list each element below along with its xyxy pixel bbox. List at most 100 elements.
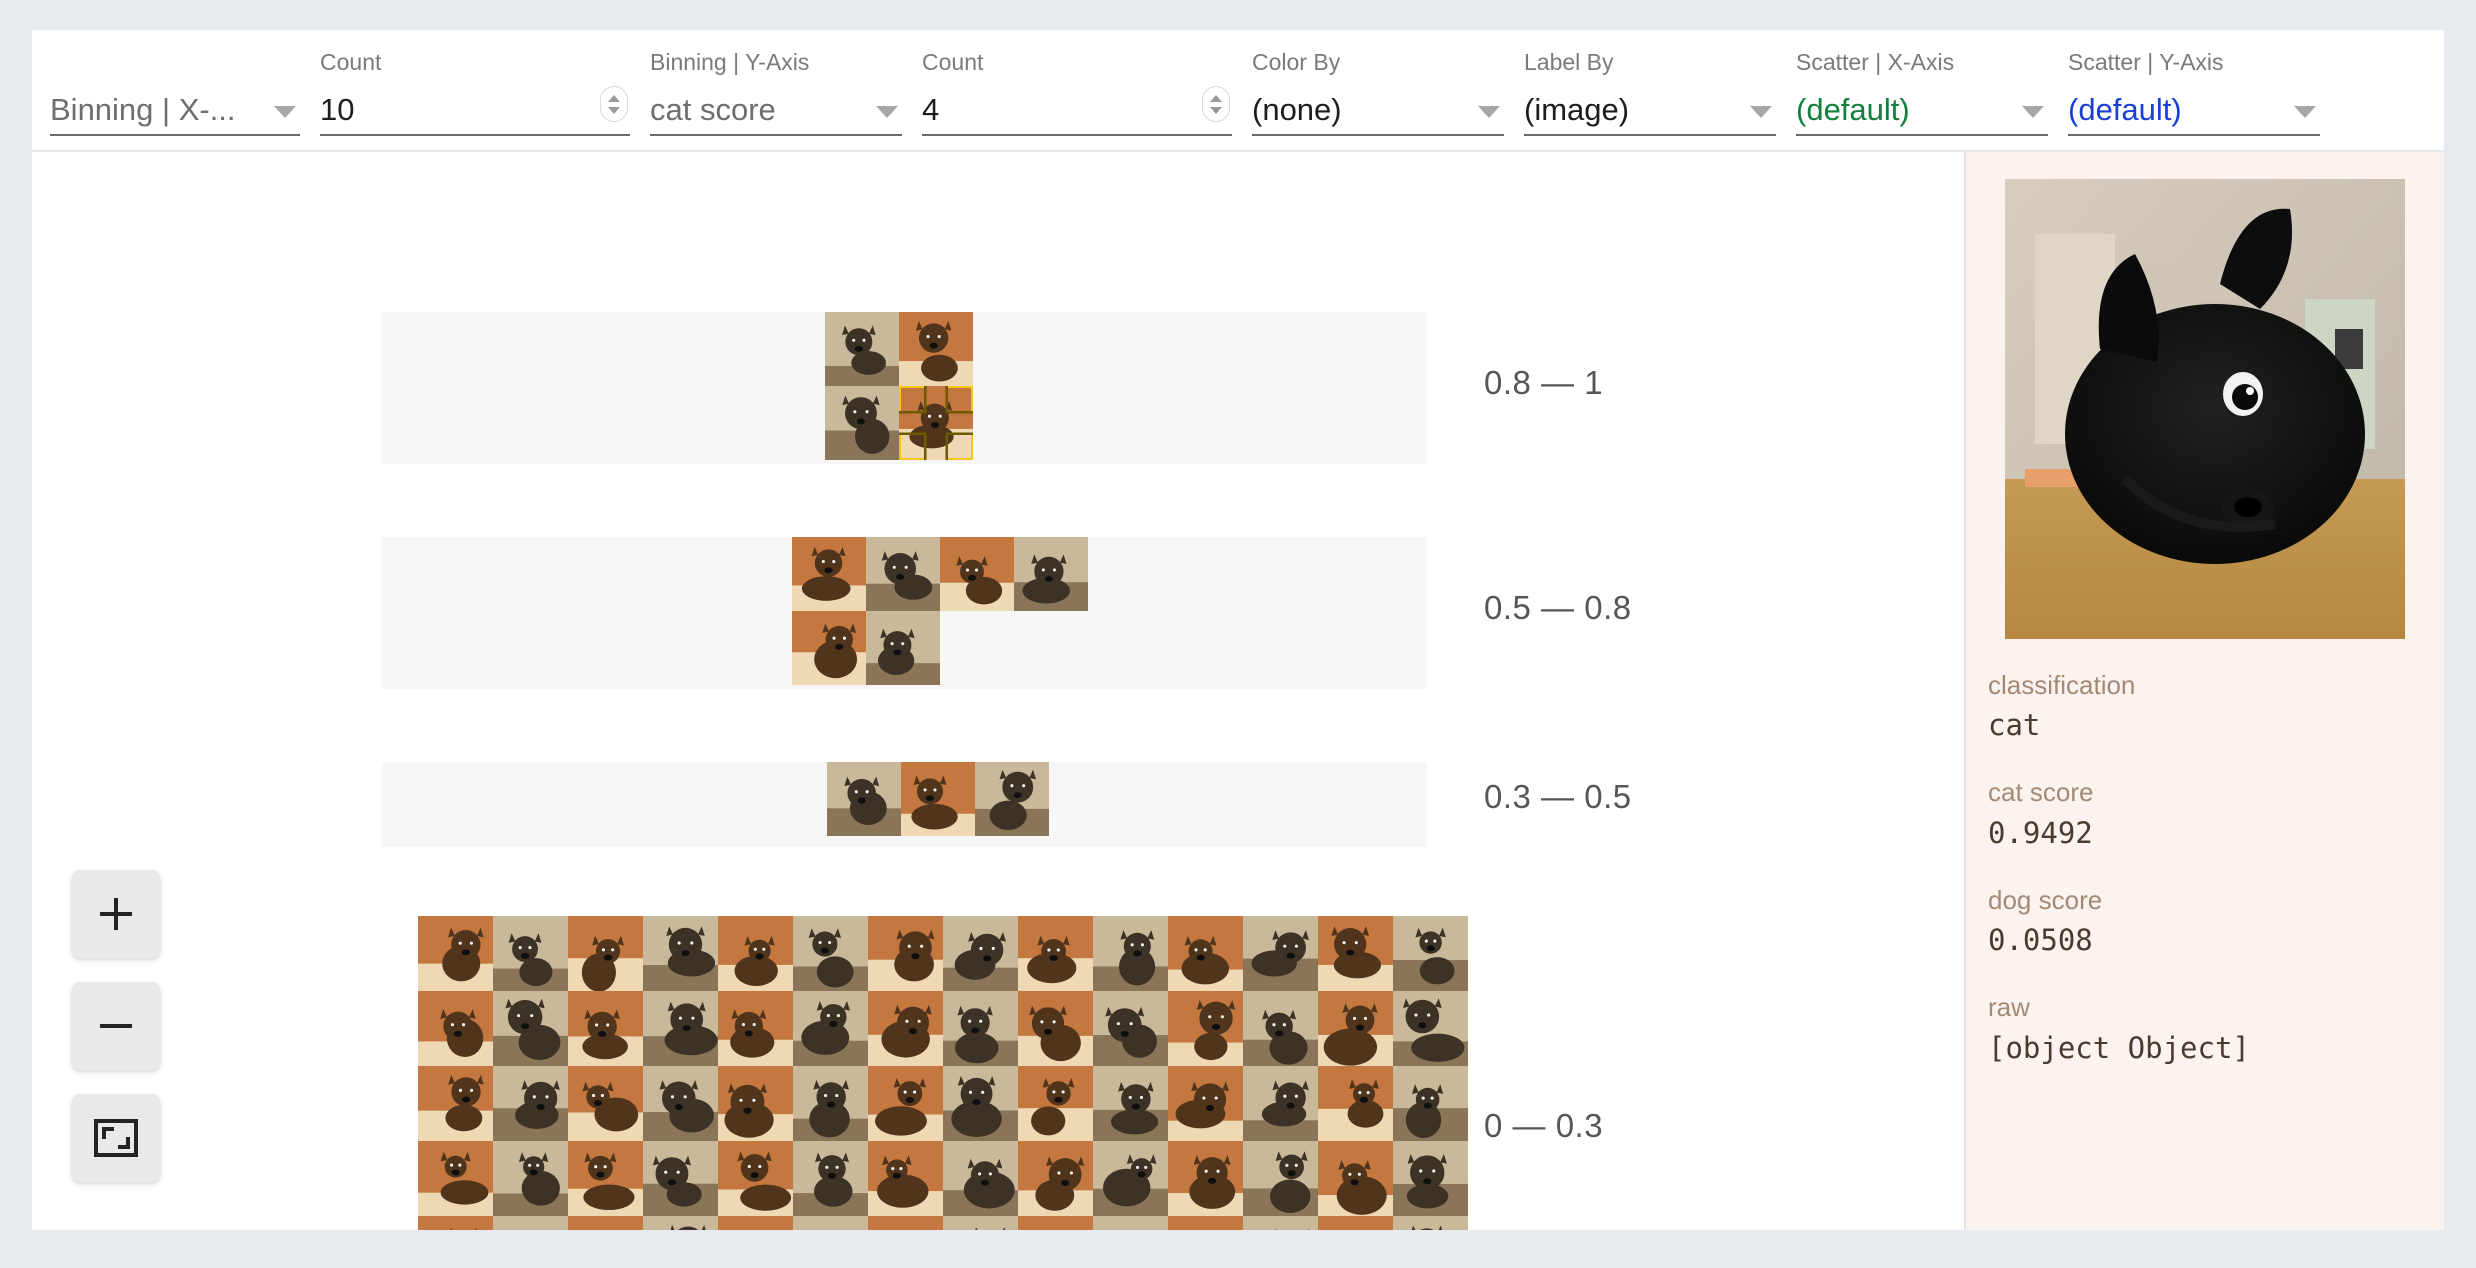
thumbnail[interactable] [1243, 916, 1318, 991]
thumbnail[interactable] [1018, 1216, 1093, 1230]
x-bin-count-stepper[interactable] [600, 86, 628, 122]
thumbnail[interactable] [827, 762, 901, 836]
thumbnail[interactable] [1318, 991, 1393, 1066]
thumbnail[interactable] [793, 1216, 868, 1230]
chevron-down-icon[interactable] [1478, 106, 1500, 118]
thumbnail[interactable] [418, 1066, 493, 1141]
thumbnail[interactable] [1093, 991, 1168, 1066]
thumbnail[interactable] [718, 1066, 793, 1141]
thumbnail[interactable] [1393, 1066, 1468, 1141]
thumbnail[interactable] [418, 916, 493, 991]
thumbnail[interactable] [718, 991, 793, 1066]
thumbnail[interactable] [1243, 1066, 1318, 1141]
thumbnail[interactable] [493, 991, 568, 1066]
thumbnail[interactable] [643, 916, 718, 991]
thumbnail[interactable] [1318, 1066, 1393, 1141]
thumbnail[interactable] [1168, 1216, 1243, 1230]
thumbnail[interactable] [568, 1216, 643, 1230]
chevron-down-icon[interactable] [2294, 106, 2316, 118]
thumbnail[interactable] [418, 1216, 493, 1230]
thumbnail[interactable] [792, 537, 866, 611]
thumbnail[interactable] [943, 916, 1018, 991]
thumbnail[interactable] [1243, 991, 1318, 1066]
stepper-up-icon[interactable] [608, 94, 620, 102]
thumbnail[interactable] [793, 1066, 868, 1141]
stepper-down-icon[interactable] [608, 106, 620, 114]
thumbnail[interactable] [1318, 1141, 1393, 1216]
thumbnail[interactable] [868, 991, 943, 1066]
zoom-out-button[interactable] [72, 982, 160, 1070]
thumbnail[interactable] [1018, 916, 1093, 991]
thumbnail[interactable] [943, 1141, 1018, 1216]
binning-x-axis-control[interactable]: Binning | X-... [50, 74, 300, 150]
thumbnail[interactable] [418, 1141, 493, 1216]
thumbnail[interactable] [975, 762, 1049, 836]
thumbnail[interactable] [1093, 1066, 1168, 1141]
thumbnail[interactable] [643, 1066, 718, 1141]
scatter-x-axis-control[interactable]: Scatter | X-Axis (default) [1796, 51, 2048, 150]
thumbnail[interactable] [568, 1066, 643, 1141]
thumbnail[interactable] [943, 1216, 1018, 1230]
stepper-down-icon[interactable] [1210, 106, 1222, 114]
thumbnail[interactable] [1318, 916, 1393, 991]
thumbnail[interactable] [1168, 1141, 1243, 1216]
thumbnail[interactable] [866, 611, 940, 685]
thumbnail[interactable] [418, 991, 493, 1066]
bin-thumbnails[interactable] [792, 537, 1092, 685]
thumbnail[interactable] [718, 1216, 793, 1230]
binned-image-plot[interactable]: 0.8 — 1 0.5 — 0.8 0.3 — 0.5 0 — 0.3 [32, 152, 1964, 1230]
chevron-down-icon[interactable] [1750, 106, 1772, 118]
thumbnail[interactable] [1393, 1216, 1468, 1230]
thumbnail[interactable] [568, 1141, 643, 1216]
thumbnail[interactable] [1014, 537, 1088, 611]
chevron-down-icon[interactable] [274, 106, 296, 118]
scatter-y-axis-control[interactable]: Scatter | Y-Axis (default) [2068, 51, 2320, 150]
bin-thumbnails[interactable] [827, 762, 1055, 836]
binning-y-axis-control[interactable]: Binning | Y-Axis cat score [650, 51, 902, 150]
thumbnail[interactable] [793, 916, 868, 991]
thumbnail[interactable] [792, 611, 866, 685]
thumbnail[interactable] [943, 1066, 1018, 1141]
thumbnail[interactable] [868, 1216, 943, 1230]
y-bin-count-stepper[interactable] [1202, 86, 1230, 122]
thumbnail[interactable] [868, 916, 943, 991]
thumbnail[interactable] [825, 312, 899, 386]
thumbnail[interactable] [1243, 1141, 1318, 1216]
thumbnail[interactable] [825, 386, 899, 460]
label-by-control[interactable]: Label By (image) [1524, 51, 1776, 150]
thumbnail[interactable] [1168, 1066, 1243, 1141]
thumbnail[interactable] [1243, 1216, 1318, 1230]
thumbnail[interactable] [568, 916, 643, 991]
thumbnail[interactable] [1018, 1141, 1093, 1216]
thumbnail[interactable] [901, 762, 975, 836]
thumbnail[interactable] [1093, 916, 1168, 991]
zoom-in-button[interactable] [72, 870, 160, 958]
thumbnail[interactable] [1093, 1216, 1168, 1230]
thumbnail[interactable] [643, 1141, 718, 1216]
thumbnail[interactable] [1018, 1066, 1093, 1141]
thumbnail[interactable] [899, 312, 973, 386]
thumbnail[interactable] [643, 991, 718, 1066]
thumbnail[interactable] [1393, 991, 1468, 1066]
chevron-down-icon[interactable] [876, 106, 898, 118]
thumbnail[interactable] [943, 991, 1018, 1066]
thumbnail[interactable] [493, 1141, 568, 1216]
thumbnail[interactable] [793, 1141, 868, 1216]
thumbnail[interactable] [940, 537, 1014, 611]
thumbnail[interactable] [1168, 916, 1243, 991]
thumbnail[interactable] [1393, 1141, 1468, 1216]
thumbnail[interactable] [1168, 991, 1243, 1066]
thumbnail[interactable] [568, 991, 643, 1066]
thumbnail[interactable] [1318, 1216, 1393, 1230]
x-bin-count-value[interactable]: 10 [320, 94, 354, 131]
thumbnail[interactable] [868, 1066, 943, 1141]
bin-thumbnails[interactable] [418, 916, 1468, 1230]
thumbnail[interactable] [493, 1216, 568, 1230]
bin-thumbnails[interactable] [825, 312, 1045, 460]
y-bin-count-value[interactable]: 4 [922, 94, 939, 131]
thumbnail[interactable] [793, 991, 868, 1066]
fit-to-screen-button[interactable] [72, 1094, 160, 1182]
thumbnail[interactable] [493, 1066, 568, 1141]
thumbnail[interactable] [1393, 916, 1468, 991]
thumbnail-selected[interactable] [899, 386, 973, 460]
